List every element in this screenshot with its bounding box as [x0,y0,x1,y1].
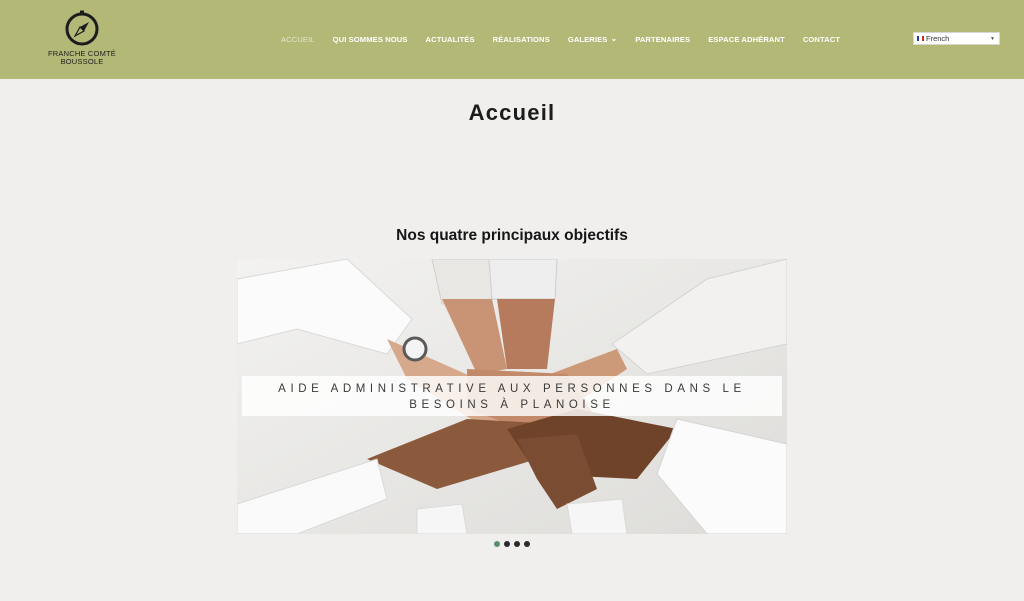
slide-caption: AIDE ADMINISTRATIVE AUX PERSONNES DANS L… [242,376,782,416]
slider-dot-4[interactable] [524,541,530,547]
nav-item-espace-adherant[interactable]: ESPACE ADHÉRANT [708,35,785,44]
page-title: Accueil [468,100,556,125]
language-select[interactable]: French ▼ [913,32,1000,45]
nav-item-qui-sommes-nous[interactable]: QUI SOMMES NOUS [333,35,408,44]
chevron-down-icon: ⌄ [610,34,618,43]
nav-label: CONTACT [802,34,841,44]
image-slider[interactable]: AIDE ADMINISTRATIVE AUX PERSONNES DANS L… [237,259,787,534]
slide-caption-line1: AIDE ADMINISTRATIVE AUX PERSONNES DANS L… [278,383,746,395]
nav-item-accueil[interactable]: ACCUEIL [281,35,315,44]
compass-icon [65,10,99,46]
nav-label: ACTUALITÉS [425,34,475,44]
nav-label: ACCUEIL [281,34,315,44]
nav-item-partenaires[interactable]: PARTENAIRES [635,35,690,44]
site-header: FRANCHE COMTÉ BOUSSOLE ACCUEIL QUI SOMME… [0,0,1024,79]
nav-label: ESPACE ADHÉRANT [708,34,785,44]
nav-label: GALERIES [567,34,608,44]
nav-label: RÉALISATIONS [492,34,550,44]
nav-label: PARTENAIRES [635,34,691,44]
nav-item-actualites[interactable]: ACTUALITÉS [426,35,475,44]
slider-dot-1[interactable] [494,541,500,547]
brand-name-line2: BOUSSOLE [60,57,104,66]
main-nav: ACCUEIL QUI SOMMES NOUS ACTUALITÉS RÉALI… [281,33,858,45]
dropdown-caret-icon: ▼ [990,36,995,42]
slider-pagination [494,541,534,547]
nav-item-galeries[interactable]: GALERIES ⌄ [568,35,617,44]
section-title: Nos quatre principaux objectifs [396,227,628,244]
slider-dot-2[interactable] [504,541,510,547]
nav-item-realisations[interactable]: RÉALISATIONS [493,35,550,44]
nav-item-contact[interactable]: CONTACT [803,35,840,44]
nav-label: QUI SOMMES NOUS [332,34,408,44]
slide-caption-line2: BESOINS À PLANOISE [409,399,615,411]
language-selected: French [926,34,950,43]
site-logo[interactable]: FRANCHE COMTÉ BOUSSOLE [44,10,120,70]
slider-dot-3[interactable] [514,541,520,547]
france-flag-icon [917,36,924,41]
